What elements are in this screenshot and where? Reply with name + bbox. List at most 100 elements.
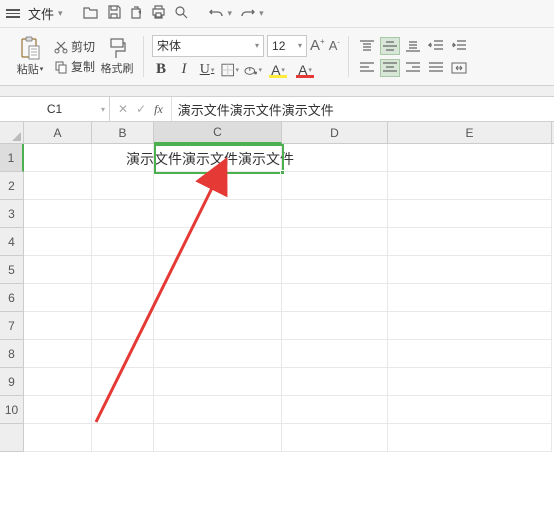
cell[interactable] bbox=[282, 228, 388, 256]
redo-icon[interactable] bbox=[240, 6, 255, 22]
justify-icon[interactable] bbox=[426, 59, 446, 77]
cell[interactable] bbox=[24, 200, 92, 228]
cell[interactable] bbox=[24, 172, 92, 200]
cell[interactable] bbox=[92, 424, 154, 452]
cell[interactable] bbox=[282, 144, 388, 172]
copy-button[interactable]: 复制 bbox=[54, 58, 95, 75]
cell[interactable] bbox=[154, 200, 282, 228]
row-header[interactable]: 7 bbox=[0, 312, 24, 340]
cell[interactable] bbox=[92, 172, 154, 200]
cell[interactable] bbox=[388, 368, 552, 396]
align-top-icon[interactable] bbox=[357, 37, 377, 55]
font-size-select[interactable]: 12▾ bbox=[267, 35, 307, 57]
cancel-formula-icon[interactable]: ✕ bbox=[118, 102, 128, 116]
file-menu[interactable]: 文件 bbox=[28, 4, 54, 23]
cell[interactable] bbox=[24, 228, 92, 256]
cell[interactable] bbox=[92, 228, 154, 256]
align-center-icon[interactable] bbox=[380, 59, 400, 77]
cell[interactable] bbox=[282, 284, 388, 312]
col-header-E[interactable]: E bbox=[388, 122, 552, 143]
redo-dropdown[interactable]: ▾ bbox=[259, 8, 264, 19]
save-icon[interactable] bbox=[107, 5, 121, 22]
cell[interactable] bbox=[154, 396, 282, 424]
col-header-C[interactable]: C bbox=[154, 122, 282, 144]
cell[interactable] bbox=[24, 424, 92, 452]
fx-icon[interactable]: fx bbox=[154, 102, 163, 117]
cell[interactable] bbox=[282, 340, 388, 368]
menu-icon[interactable] bbox=[6, 7, 20, 20]
row-header[interactable]: 5 bbox=[0, 256, 24, 284]
row-header[interactable]: 3 bbox=[0, 200, 24, 228]
undo-icon[interactable] bbox=[209, 6, 224, 22]
cell[interactable]: 演示文件演示文件演示文件 bbox=[154, 144, 282, 172]
export-icon[interactable] bbox=[129, 5, 143, 22]
cell[interactable] bbox=[92, 256, 154, 284]
cell[interactable] bbox=[388, 424, 552, 452]
cell[interactable] bbox=[24, 256, 92, 284]
cell[interactable] bbox=[388, 396, 552, 424]
cell[interactable] bbox=[388, 256, 552, 284]
cut-button[interactable]: 剪切 bbox=[54, 38, 95, 55]
cell[interactable] bbox=[282, 312, 388, 340]
row-header[interactable]: 8 bbox=[0, 340, 24, 368]
cell[interactable] bbox=[24, 340, 92, 368]
row-header[interactable]: 4 bbox=[0, 228, 24, 256]
row-header[interactable]: 2 bbox=[0, 172, 24, 200]
row-header[interactable] bbox=[0, 424, 24, 452]
cell[interactable] bbox=[24, 284, 92, 312]
paste-button[interactable]: 粘贴▾ bbox=[10, 36, 50, 77]
name-box[interactable]: C1▾ bbox=[0, 97, 110, 121]
cell[interactable] bbox=[154, 228, 282, 256]
decrease-font-icon[interactable]: A- bbox=[329, 38, 340, 53]
borders-button[interactable]: ▾ bbox=[221, 61, 239, 79]
row-header[interactable]: 9 bbox=[0, 368, 24, 396]
row-header[interactable]: 6 bbox=[0, 284, 24, 312]
cell[interactable] bbox=[388, 228, 552, 256]
italic-button[interactable]: I bbox=[175, 61, 193, 79]
fill-color-button[interactable]: ▾ bbox=[244, 61, 262, 79]
cell[interactable] bbox=[92, 312, 154, 340]
cell[interactable] bbox=[154, 312, 282, 340]
col-header-A[interactable]: A bbox=[24, 122, 92, 143]
cell[interactable] bbox=[24, 368, 92, 396]
open-icon[interactable] bbox=[83, 5, 99, 22]
cell[interactable] bbox=[154, 424, 282, 452]
cell[interactable] bbox=[282, 368, 388, 396]
highlight-color-button[interactable]: A▾ bbox=[267, 61, 289, 79]
increase-indent-icon[interactable] bbox=[449, 37, 469, 55]
decrease-indent-icon[interactable] bbox=[426, 37, 446, 55]
row-header[interactable]: 1 bbox=[0, 144, 24, 172]
align-right-icon[interactable] bbox=[403, 59, 423, 77]
cell[interactable] bbox=[388, 200, 552, 228]
align-bottom-icon[interactable] bbox=[403, 37, 423, 55]
align-middle-icon[interactable] bbox=[380, 37, 400, 55]
cell[interactable] bbox=[154, 256, 282, 284]
print-icon[interactable] bbox=[151, 5, 166, 22]
align-left-icon[interactable] bbox=[357, 59, 377, 77]
cell[interactable] bbox=[282, 172, 388, 200]
cell[interactable] bbox=[154, 340, 282, 368]
cell[interactable] bbox=[388, 340, 552, 368]
select-all-corner[interactable] bbox=[0, 122, 24, 144]
cell[interactable] bbox=[282, 424, 388, 452]
cell[interactable] bbox=[282, 200, 388, 228]
formula-input[interactable]: 演示文件演示文件演示文件 bbox=[172, 100, 554, 119]
cell[interactable] bbox=[388, 312, 552, 340]
cell[interactable] bbox=[154, 368, 282, 396]
cell[interactable] bbox=[282, 256, 388, 284]
font-name-select[interactable]: 宋体▾ bbox=[152, 35, 264, 57]
cell[interactable] bbox=[282, 396, 388, 424]
cell[interactable] bbox=[92, 200, 154, 228]
cell[interactable] bbox=[154, 284, 282, 312]
font-color-button[interactable]: A▾ bbox=[294, 61, 316, 79]
accept-formula-icon[interactable]: ✓ bbox=[136, 102, 146, 116]
undo-dropdown[interactable]: ▾ bbox=[228, 8, 233, 19]
col-header-B[interactable]: B bbox=[92, 122, 154, 143]
cell[interactable] bbox=[92, 340, 154, 368]
increase-font-icon[interactable]: A+ bbox=[310, 37, 325, 54]
cell[interactable] bbox=[92, 396, 154, 424]
cell[interactable] bbox=[388, 284, 552, 312]
cell[interactable] bbox=[388, 144, 552, 172]
col-header-D[interactable]: D bbox=[282, 122, 388, 143]
merge-cells-icon[interactable] bbox=[449, 59, 469, 77]
